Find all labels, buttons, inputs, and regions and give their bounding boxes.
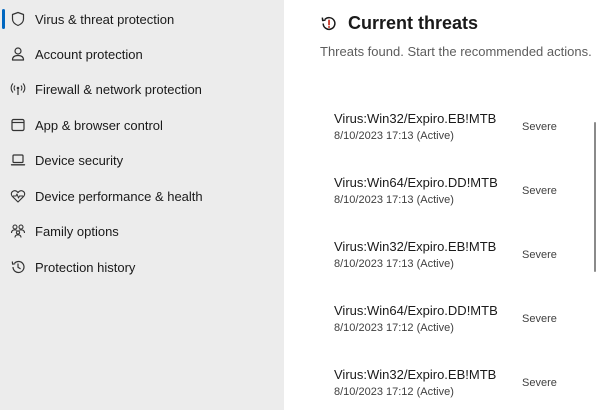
- scrollbar[interactable]: [594, 122, 596, 272]
- sidebar-item-app-browser-control[interactable]: App & browser control: [0, 110, 284, 140]
- sidebar: Virus & threat protection Account protec…: [0, 0, 284, 410]
- sidebar-item-label: Firewall & network protection: [35, 81, 202, 97]
- threat-date: 8/10/2023 17:12 (Active): [334, 322, 454, 334]
- threat-name: Virus:Win32/Expiro.EB!MTB: [334, 367, 497, 382]
- sidebar-item-firewall-network-protection[interactable]: Firewall & network protection: [0, 74, 284, 104]
- family-icon: [10, 223, 26, 239]
- shield-icon: [10, 11, 26, 27]
- sidebar-item-device-performance-health[interactable]: Device performance & health: [0, 181, 284, 211]
- threat-severity: Severe: [522, 249, 557, 261]
- threat-date: 8/10/2023 17:13 (Active): [334, 130, 454, 142]
- laptop-icon: [10, 152, 26, 168]
- history-icon: [10, 259, 26, 275]
- heart-pulse-icon: [10, 188, 26, 204]
- page-subtitle: Threats found. Start the recommended act…: [320, 44, 592, 59]
- threat-name: Virus:Win32/Expiro.EB!MTB: [334, 111, 497, 126]
- threat-item[interactable]: Virus:Win32/Expiro.EB!MTB 8/10/2023 17:1…: [334, 239, 604, 279]
- sidebar-item-device-security[interactable]: Device security: [0, 145, 284, 175]
- sidebar-item-account-protection[interactable]: Account protection: [0, 39, 284, 69]
- sidebar-item-label: Device performance & health: [35, 188, 203, 204]
- threat-item[interactable]: Virus:Win32/Expiro.EB!MTB 8/10/2023 17:1…: [334, 111, 604, 151]
- sidebar-item-protection-history[interactable]: Protection history: [0, 252, 284, 282]
- sidebar-item-virus-threat-protection[interactable]: Virus & threat protection: [0, 4, 284, 34]
- threat-severity: Severe: [522, 121, 557, 133]
- sidebar-item-label: Virus & threat protection: [35, 11, 175, 27]
- app-window-icon: [10, 117, 26, 133]
- threat-name: Virus:Win64/Expiro.DD!MTB: [334, 175, 498, 190]
- threat-date: 8/10/2023 17:12 (Active): [334, 386, 454, 398]
- sidebar-item-label: Protection history: [35, 259, 136, 275]
- sidebar-item-label: Account protection: [35, 46, 143, 62]
- sidebar-item-label: Device security: [35, 152, 124, 168]
- threat-date: 8/10/2023 17:13 (Active): [334, 194, 454, 206]
- sidebar-item-family-options[interactable]: Family options: [0, 216, 284, 246]
- antenna-icon: [10, 81, 26, 97]
- threat-severity: Severe: [522, 185, 557, 197]
- threat-item[interactable]: Virus:Win64/Expiro.DD!MTB 8/10/2023 17:1…: [334, 303, 604, 343]
- section-header: Current threats: [320, 12, 478, 34]
- sidebar-item-label: App & browser control: [35, 117, 163, 133]
- main-content: Current threats Threats found. Start the…: [284, 0, 615, 410]
- threat-date: 8/10/2023 17:13 (Active): [334, 258, 454, 270]
- threat-item[interactable]: Virus:Win32/Expiro.EB!MTB 8/10/2023 17:1…: [334, 367, 604, 407]
- history-warning-icon: [321, 16, 336, 30]
- sidebar-item-label: Family options: [35, 223, 119, 239]
- threat-item[interactable]: Virus:Win64/Expiro.DD!MTB 8/10/2023 17:1…: [334, 175, 604, 215]
- threat-name: Virus:Win64/Expiro.DD!MTB: [334, 303, 498, 318]
- threat-name: Virus:Win32/Expiro.EB!MTB: [334, 239, 497, 254]
- threat-severity: Severe: [522, 377, 557, 389]
- selected-indicator: [2, 9, 5, 29]
- threat-severity: Severe: [522, 313, 557, 325]
- person-icon: [10, 46, 26, 62]
- page-title: Current threats: [348, 12, 479, 33]
